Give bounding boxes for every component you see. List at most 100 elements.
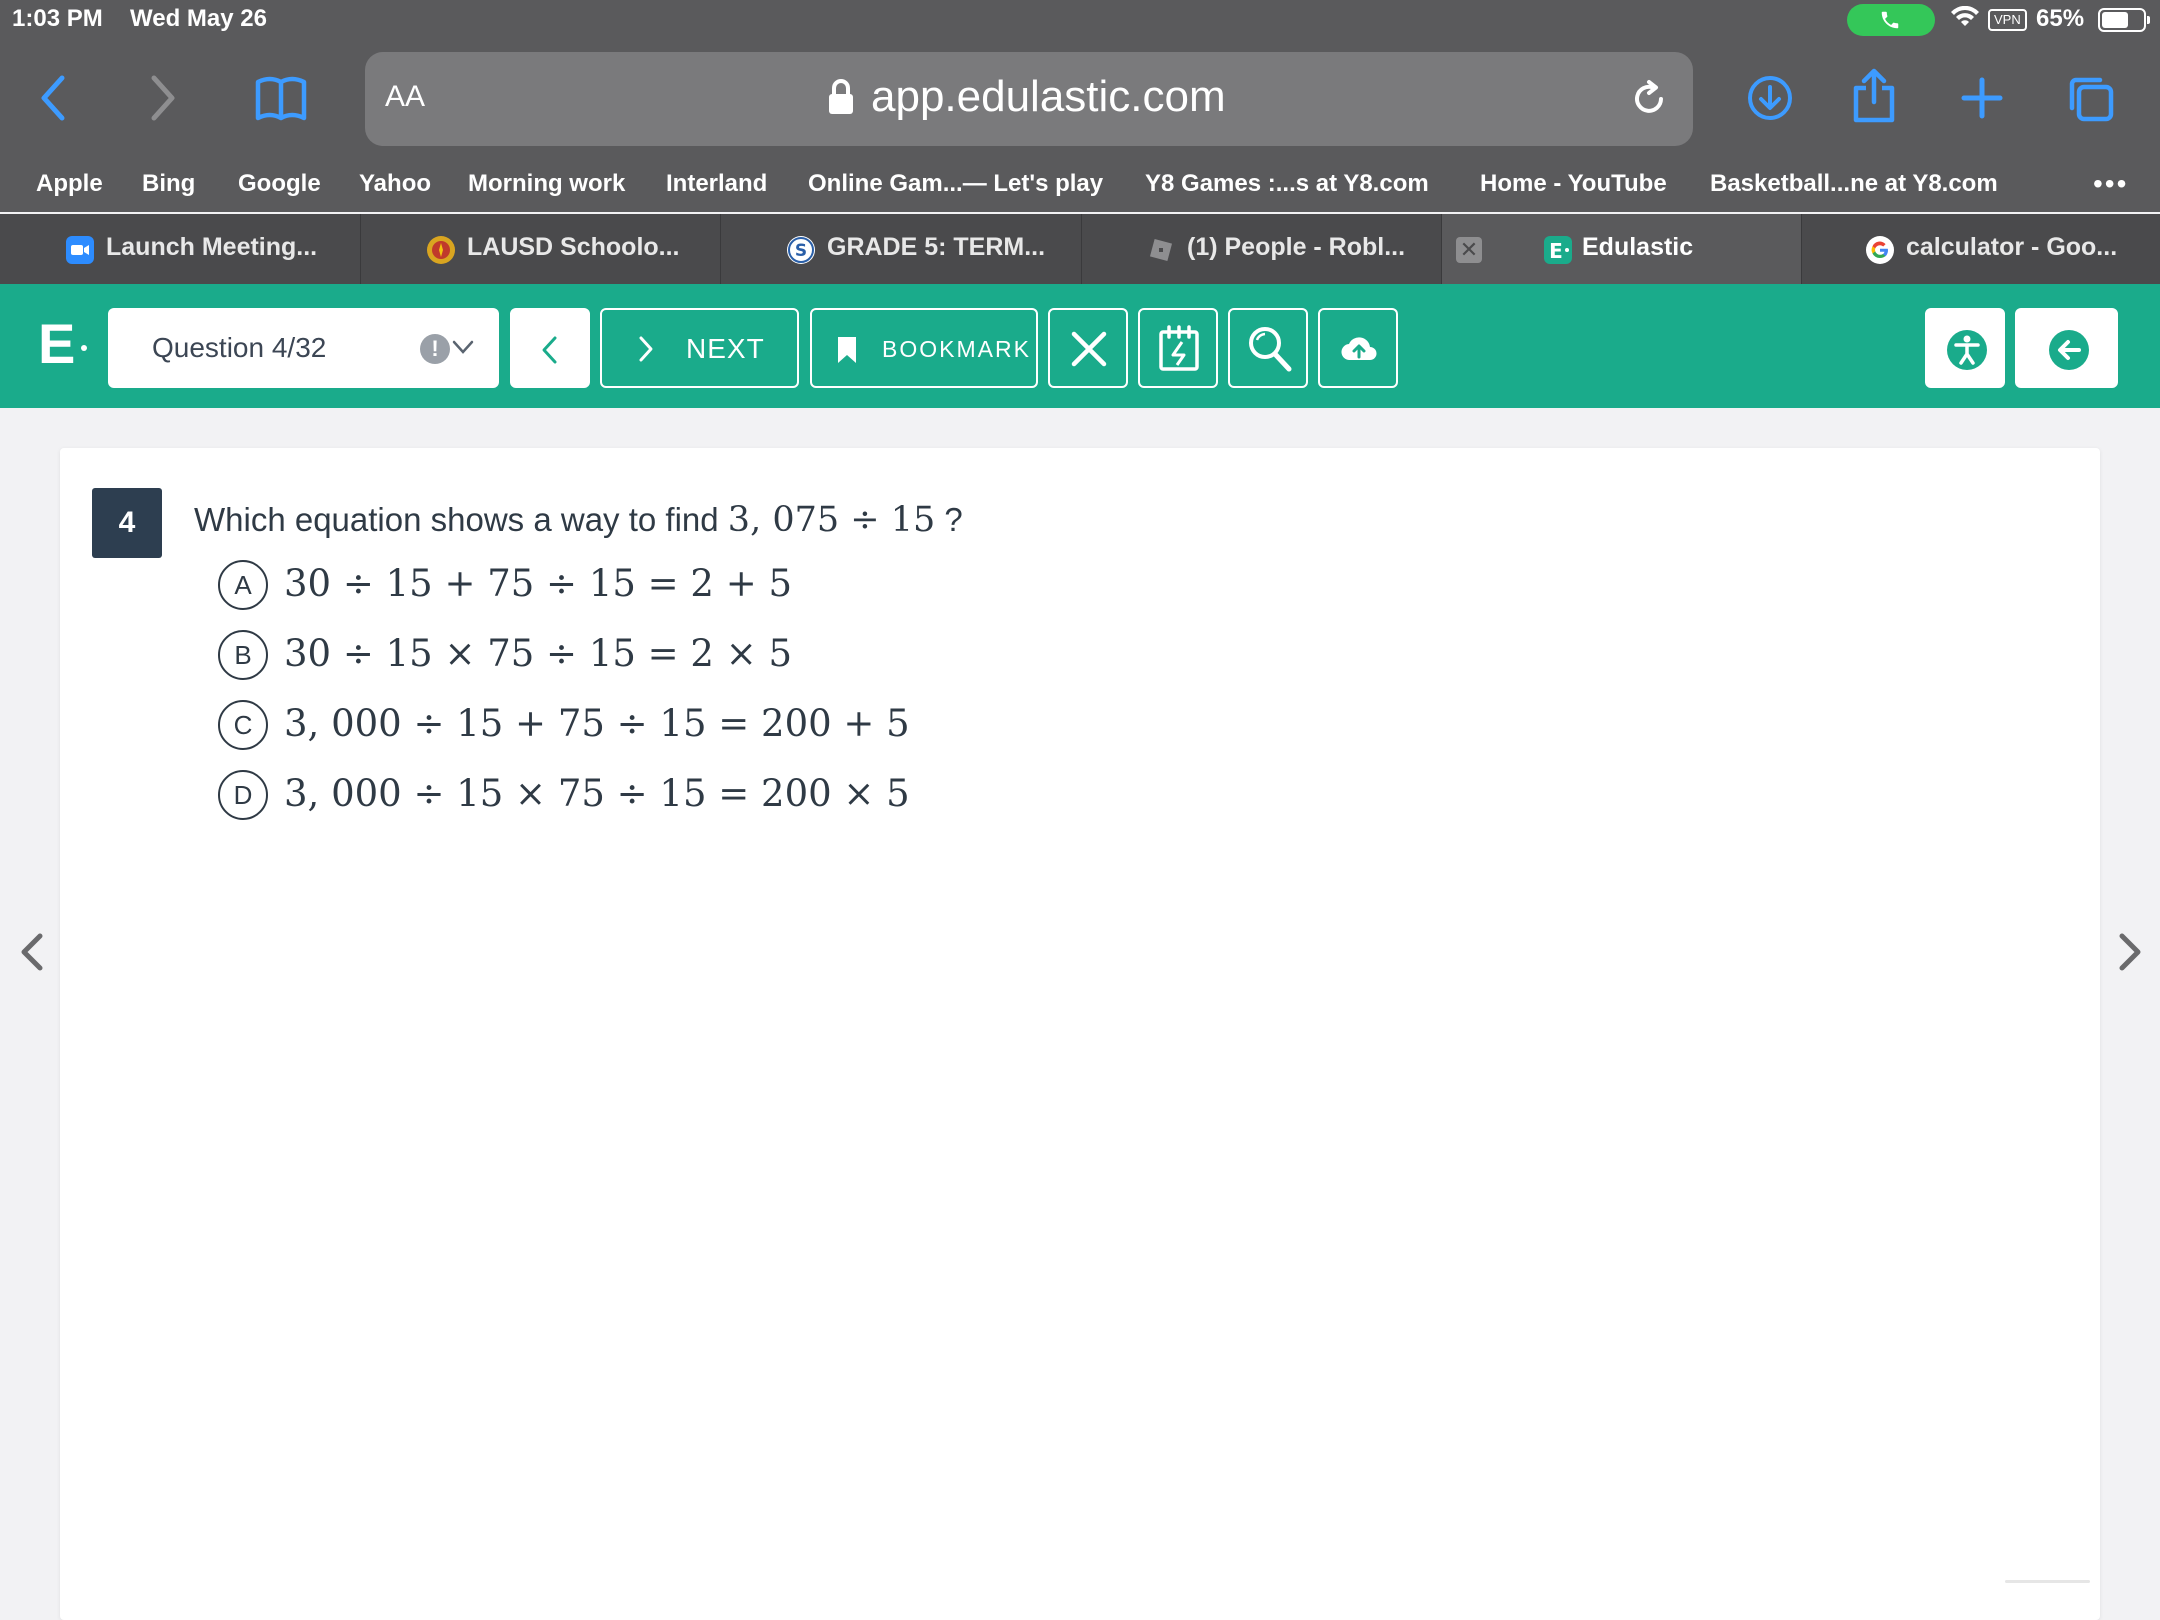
battery-percent: 65% <box>2036 5 2085 32</box>
tab-edulastic[interactable]: ✕ E Edulastic <box>1442 214 1802 284</box>
vpn-badge: VPN <box>1988 9 2027 31</box>
zoom-icon <box>66 236 94 264</box>
close-icon <box>1071 331 1107 367</box>
bookmark-item[interactable]: Y8 Games :...s at Y8.com <box>1145 170 1429 198</box>
battery-icon <box>2098 8 2150 32</box>
back-icon[interactable] <box>38 74 68 122</box>
choice-letter-bubble[interactable]: A <box>218 560 268 610</box>
app-header: E Question 4/32 ! NEXT BOOKMARK <box>0 284 2160 408</box>
chevron-right-icon <box>639 336 653 362</box>
bookmark-button-label: BOOKMARK <box>882 336 1031 362</box>
forward-icon[interactable] <box>148 74 178 122</box>
status-bar: 1:03 PM Wed May 26 VPN 65% <box>0 0 2160 40</box>
url-text[interactable]: app.edulastic.com <box>871 72 1226 122</box>
warning-icon: ! <box>420 334 450 364</box>
answer-eliminator-button[interactable] <box>1048 308 1128 388</box>
chevron-left-icon <box>542 336 557 364</box>
choice-equation: 3, 000 ÷ 15 + 75 ÷ 15 = 200 + 5 <box>284 702 910 745</box>
edulastic-logo: E <box>38 316 88 372</box>
chevron-down-icon <box>452 340 474 354</box>
tab-launch-meeting[interactable]: Launch Meeting... <box>0 214 361 284</box>
google-icon <box>1866 236 1894 264</box>
magnifier-icon <box>1249 327 1292 372</box>
bookmark-item[interactable]: Google <box>238 170 321 198</box>
bookmark-item[interactable]: Interland <box>666 170 767 198</box>
edulastic-icon: E <box>1544 236 1572 264</box>
wifi-icon <box>1951 6 1979 26</box>
roblox-icon <box>1147 236 1175 264</box>
book-icon[interactable] <box>254 74 308 124</box>
question-prompt-math: 3, 075 ÷ 15 <box>727 500 936 540</box>
bookmark-item[interactable]: Online Gam...— Let's play <box>808 170 1103 198</box>
bookmark-button[interactable]: BOOKMARK <box>810 308 1038 388</box>
schoology-icon: S <box>787 236 815 264</box>
bookmark-item[interactable]: Bing <box>142 170 195 198</box>
question-prompt-end: ? <box>944 501 963 538</box>
text-size-button[interactable]: AA <box>385 80 425 114</box>
exit-arrow-icon <box>2049 330 2089 370</box>
calendar-calculator-icon <box>1159 325 1199 371</box>
tab-label: LAUSD Schoolo... <box>467 233 680 261</box>
magnifier-button[interactable] <box>1228 308 1308 388</box>
lausd-icon <box>427 236 455 264</box>
question-prompt-text: Which equation shows a way to find <box>194 501 719 538</box>
svg-text:S: S <box>795 241 807 261</box>
tab-calculator-google[interactable]: calculator - Goo... <box>1802 214 2160 284</box>
tab-grade5[interactable]: S GRADE 5: TERM... <box>721 214 1082 284</box>
svg-text:E: E <box>1549 239 1563 263</box>
close-tab-icon[interactable]: ✕ <box>1456 237 1482 263</box>
choice-letter-bubble[interactable]: D <box>218 770 268 820</box>
tab-label: calculator - Goo... <box>1906 233 2118 261</box>
bookmark-item[interactable]: Morning work <box>468 170 625 198</box>
tab-bar: Launch Meeting... LAUSD Schoolo... S GRA… <box>0 214 2160 284</box>
next-question-button[interactable]: NEXT <box>600 308 799 388</box>
question-selector-label: Question 4/32 <box>152 332 327 363</box>
calculator-tool-button[interactable] <box>1138 308 1218 388</box>
bookmark-icon <box>838 337 856 363</box>
address-bar[interactable]: AA app.edulastic.com <box>365 52 1693 146</box>
accessibility-button[interactable] <box>1925 308 2005 388</box>
bookmark-item[interactable]: Home - YouTube <box>1480 170 1667 198</box>
side-previous-arrow-icon[interactable] <box>18 932 46 972</box>
status-time: 1:03 PM <box>12 5 103 32</box>
question-card: 4 Which equation shows a way to find 3, … <box>60 448 2100 1620</box>
choice-letter-bubble[interactable]: B <box>218 630 268 680</box>
question-prompt: Which equation shows a way to find 3, 07… <box>194 500 963 540</box>
accessibility-icon <box>1947 330 1987 370</box>
cloud-upload-icon <box>1341 337 1377 361</box>
phone-icon <box>1881 11 1899 29</box>
tab-lausd-schoology[interactable]: LAUSD Schoolo... <box>361 214 721 284</box>
choice-equation: 30 ÷ 15 + 75 ÷ 15 = 2 + 5 <box>284 562 793 605</box>
scroll-indicator <box>2005 1580 2090 1583</box>
bookmarks-more-button[interactable]: ••• <box>2093 168 2128 200</box>
next-button-label: NEXT <box>686 333 765 364</box>
question-number-badge: 4 <box>92 488 162 558</box>
browser-toolbar: AA app.edulastic.com <box>0 40 2160 160</box>
active-call-indicator[interactable] <box>1847 4 1935 36</box>
tab-label: Edulastic <box>1582 233 1694 261</box>
exit-test-button[interactable] <box>2015 308 2118 388</box>
bookmark-item[interactable]: Apple <box>36 170 103 198</box>
bookmark-item[interactable]: Basketball...ne at Y8.com <box>1710 170 1998 198</box>
reload-icon[interactable] <box>1629 79 1669 119</box>
choice-equation: 30 ÷ 15 × 75 ÷ 15 = 2 × 5 <box>284 632 793 675</box>
tabs-overview-icon[interactable] <box>2066 74 2116 124</box>
lock-icon <box>829 79 853 114</box>
choice-equation: 3, 000 ÷ 15 × 75 ÷ 15 = 200 × 5 <box>284 772 910 815</box>
save-upload-button[interactable] <box>1318 308 1398 388</box>
question-selector[interactable]: Question 4/32 ! <box>108 308 499 388</box>
battery-level-fill <box>2102 12 2128 28</box>
bookmark-item[interactable]: Yahoo <box>359 170 431 198</box>
choice-letter-bubble[interactable]: C <box>218 700 268 750</box>
share-icon[interactable] <box>1850 68 1898 124</box>
side-next-arrow-icon[interactable] <box>2116 932 2144 972</box>
new-tab-icon[interactable] <box>1960 76 2004 120</box>
tab-label: GRADE 5: TERM... <box>827 233 1046 261</box>
bookmarks-bar: Apple Bing Google Yahoo Morning work Int… <box>0 160 2160 212</box>
previous-question-button[interactable] <box>510 308 590 388</box>
tab-label: (1) People - Robl... <box>1187 233 1406 261</box>
tab-roblox-people[interactable]: (1) People - Robl... <box>1082 214 1442 284</box>
download-icon[interactable] <box>1746 74 1794 122</box>
tab-label: Launch Meeting... <box>106 233 318 261</box>
status-date: Wed May 26 <box>130 5 267 32</box>
